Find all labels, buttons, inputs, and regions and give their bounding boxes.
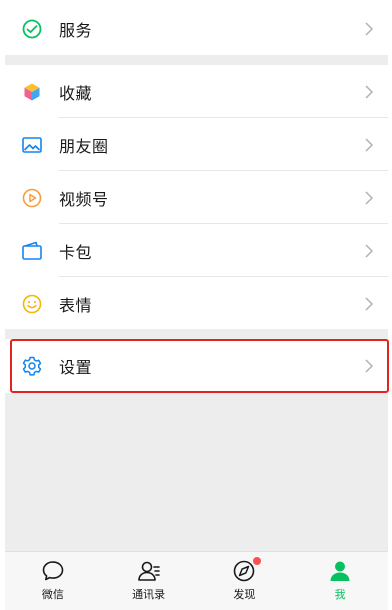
card-wallet-icon: [21, 240, 43, 262]
services-group: 服务: [5, 0, 388, 55]
chevron-right-icon: [365, 359, 374, 373]
notification-badge: [253, 557, 262, 565]
me-page: 服务 收藏 朋友圈 视频号 卡包 表情 设置 微信 通讯录 发现 我: [5, 0, 388, 610]
me-person-icon: [327, 558, 353, 584]
bottom-tab-bar: 微信 通讯录 发现 我: [5, 551, 388, 610]
services-icon: [21, 18, 43, 40]
tab-label: 我: [334, 588, 346, 601]
menu-item-label: 收藏: [59, 83, 93, 103]
menu-item-moments[interactable]: 朋友圈: [5, 118, 388, 171]
menu-item-favorites[interactable]: 收藏: [5, 65, 388, 118]
channels-play-icon: [21, 187, 43, 209]
chevron-right-icon: [365, 137, 374, 152]
chevron-right-icon: [365, 190, 374, 205]
contacts-icon: [136, 558, 162, 584]
menu-item-stickers[interactable]: 表情: [5, 277, 388, 330]
menu-item-label: 视频号: [59, 189, 109, 209]
favorites-cube-icon: [21, 81, 43, 103]
menu-item-label: 设置: [59, 358, 93, 377]
main-menu-group: 收藏 朋友圈 视频号 卡包 表情: [5, 65, 388, 329]
chevron-right-icon: [365, 243, 374, 258]
tab-label: 微信: [41, 588, 64, 601]
tab-label: 通讯录: [132, 588, 166, 601]
services-label: 服务: [59, 20, 93, 40]
menu-item-card-wallet[interactable]: 卡包: [5, 224, 388, 277]
moments-image-icon: [21, 134, 43, 156]
settings-gear-icon: [21, 355, 43, 377]
menu-item-label: 卡包: [59, 242, 93, 262]
tab-discover[interactable]: 发现: [197, 552, 293, 610]
tab-chats[interactable]: 微信: [5, 552, 101, 610]
chat-bubble-icon: [40, 558, 66, 584]
menu-item-channels[interactable]: 视频号: [5, 171, 388, 224]
chevron-right-icon: [365, 84, 374, 99]
menu-item-settings[interactable]: 设置: [5, 339, 388, 393]
menu-item-label: 表情: [59, 295, 93, 315]
services-row[interactable]: 服务: [5, 2, 388, 55]
settings-group: 设置: [5, 339, 388, 393]
chevron-right-icon: [365, 21, 374, 36]
tab-me[interactable]: 我: [292, 552, 388, 610]
tab-contacts[interactable]: 通讯录: [101, 552, 197, 610]
tab-label: 发现: [233, 588, 256, 601]
menu-item-label: 朋友圈: [59, 136, 109, 156]
sticker-smiley-icon: [21, 293, 43, 315]
chevron-right-icon: [365, 296, 374, 311]
